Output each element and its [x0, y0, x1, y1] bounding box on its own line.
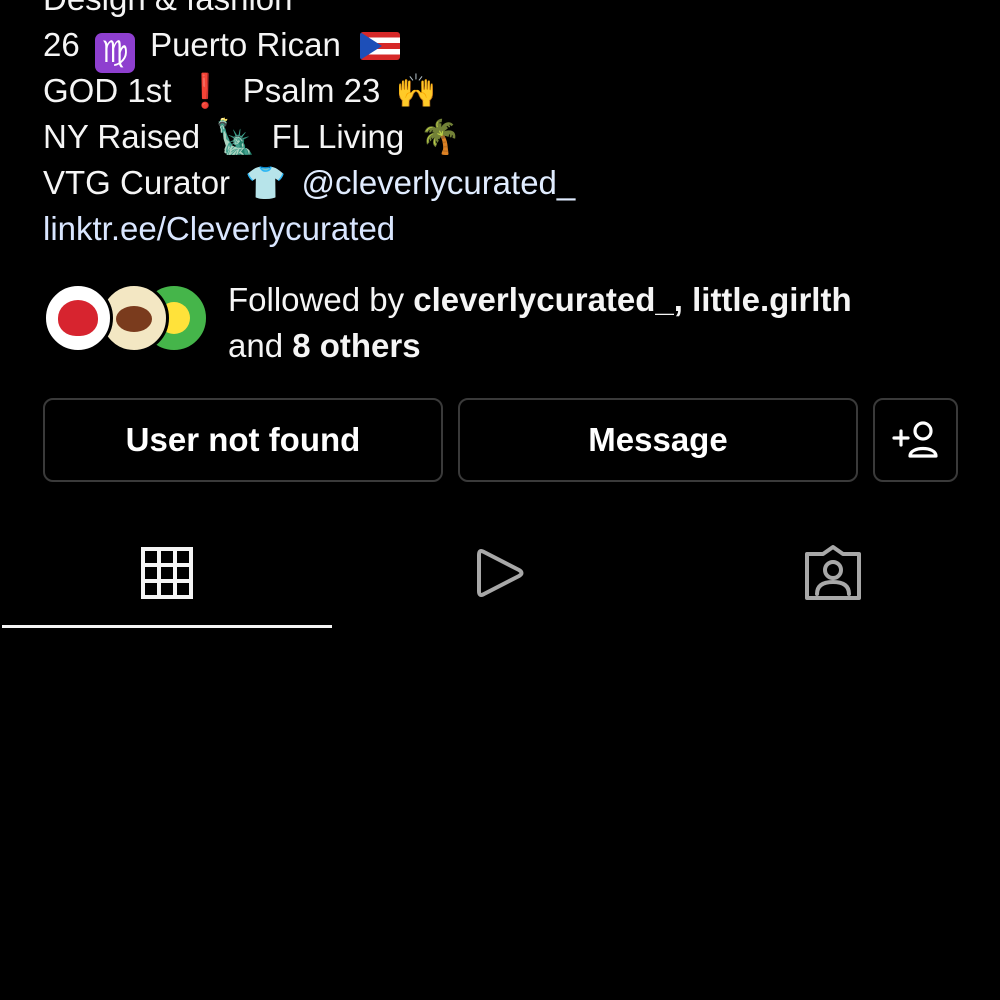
profile-bio: Design & fashion 26 ♍ Puerto Rican GOD 1…	[43, 0, 963, 252]
shirt-icon: 👕	[245, 163, 287, 202]
tagged-icon	[804, 545, 861, 600]
exclamation-icon: ❗	[184, 72, 226, 109]
active-tab-indicator	[2, 625, 332, 628]
bio-curator: VTG Curator	[43, 164, 231, 201]
bio-line-link: linktr.ee/Cleverlycurated	[43, 206, 963, 252]
add-user-button[interactable]	[873, 398, 958, 482]
add-user-icon	[891, 421, 938, 458]
tab-posts-grid[interactable]	[0, 520, 333, 626]
virgo-icon: ♍	[94, 33, 135, 73]
bio-line-curator: VTG Curator 👕 @cleverlycurated_	[43, 160, 963, 206]
bio-raised: NY Raised	[43, 118, 201, 155]
grid-icon	[140, 547, 193, 599]
reels-icon	[476, 549, 523, 597]
puerto-rico-flag-icon	[360, 32, 400, 60]
bio-mention-link[interactable]: @cleverlycurated_	[301, 164, 575, 201]
followed-by-section[interactable]: Followed by cleverlycurated_, little.gir…	[43, 281, 973, 364]
message-button[interactable]: Message	[458, 398, 858, 482]
profile-tabs	[0, 520, 1000, 630]
bio-line-age-origin: 26 ♍ Puerto Rican	[43, 22, 963, 73]
followed-by-text[interactable]: Followed by cleverlycurated_, little.gir…	[228, 277, 852, 369]
bio-line-location: NY Raised 🗽 FL Living 🌴	[43, 114, 963, 160]
bio-origin: Puerto Rican	[150, 26, 341, 63]
bio-partial-text: Design & fashion	[43, 0, 292, 17]
followed-by-prefix: Followed by	[228, 281, 405, 318]
followed-by-names: cleverlycurated_, little.girlth	[413, 281, 852, 318]
message-label: Message	[588, 421, 728, 458]
tab-tagged[interactable]	[666, 520, 999, 626]
bio-line-faith: GOD 1st ❗ Psalm 23 🙌	[43, 68, 963, 114]
avatar	[43, 283, 113, 353]
followed-by-and: and	[228, 327, 284, 364]
bio-age: 26	[43, 26, 80, 63]
bio-faith-b: Psalm 23	[242, 72, 381, 109]
user-not-found-button[interactable]: User not found	[43, 398, 443, 482]
bio-faith-a: GOD 1st	[43, 72, 172, 109]
palm-tree-icon: 🌴	[419, 117, 461, 156]
follower-avatars[interactable]	[43, 283, 213, 357]
raised-hands-icon: 🙌	[395, 71, 437, 110]
bio-external-link[interactable]: linktr.ee/Cleverlycurated	[43, 210, 395, 247]
tab-reels[interactable]	[333, 520, 666, 626]
user-not-found-label: User not found	[125, 421, 361, 458]
followed-by-others: 8 others	[292, 327, 421, 364]
bio-line-partial: Design & fashion	[43, 0, 963, 22]
statue-of-liberty-icon: 🗽	[215, 117, 257, 156]
bio-living: FL Living	[271, 118, 405, 155]
